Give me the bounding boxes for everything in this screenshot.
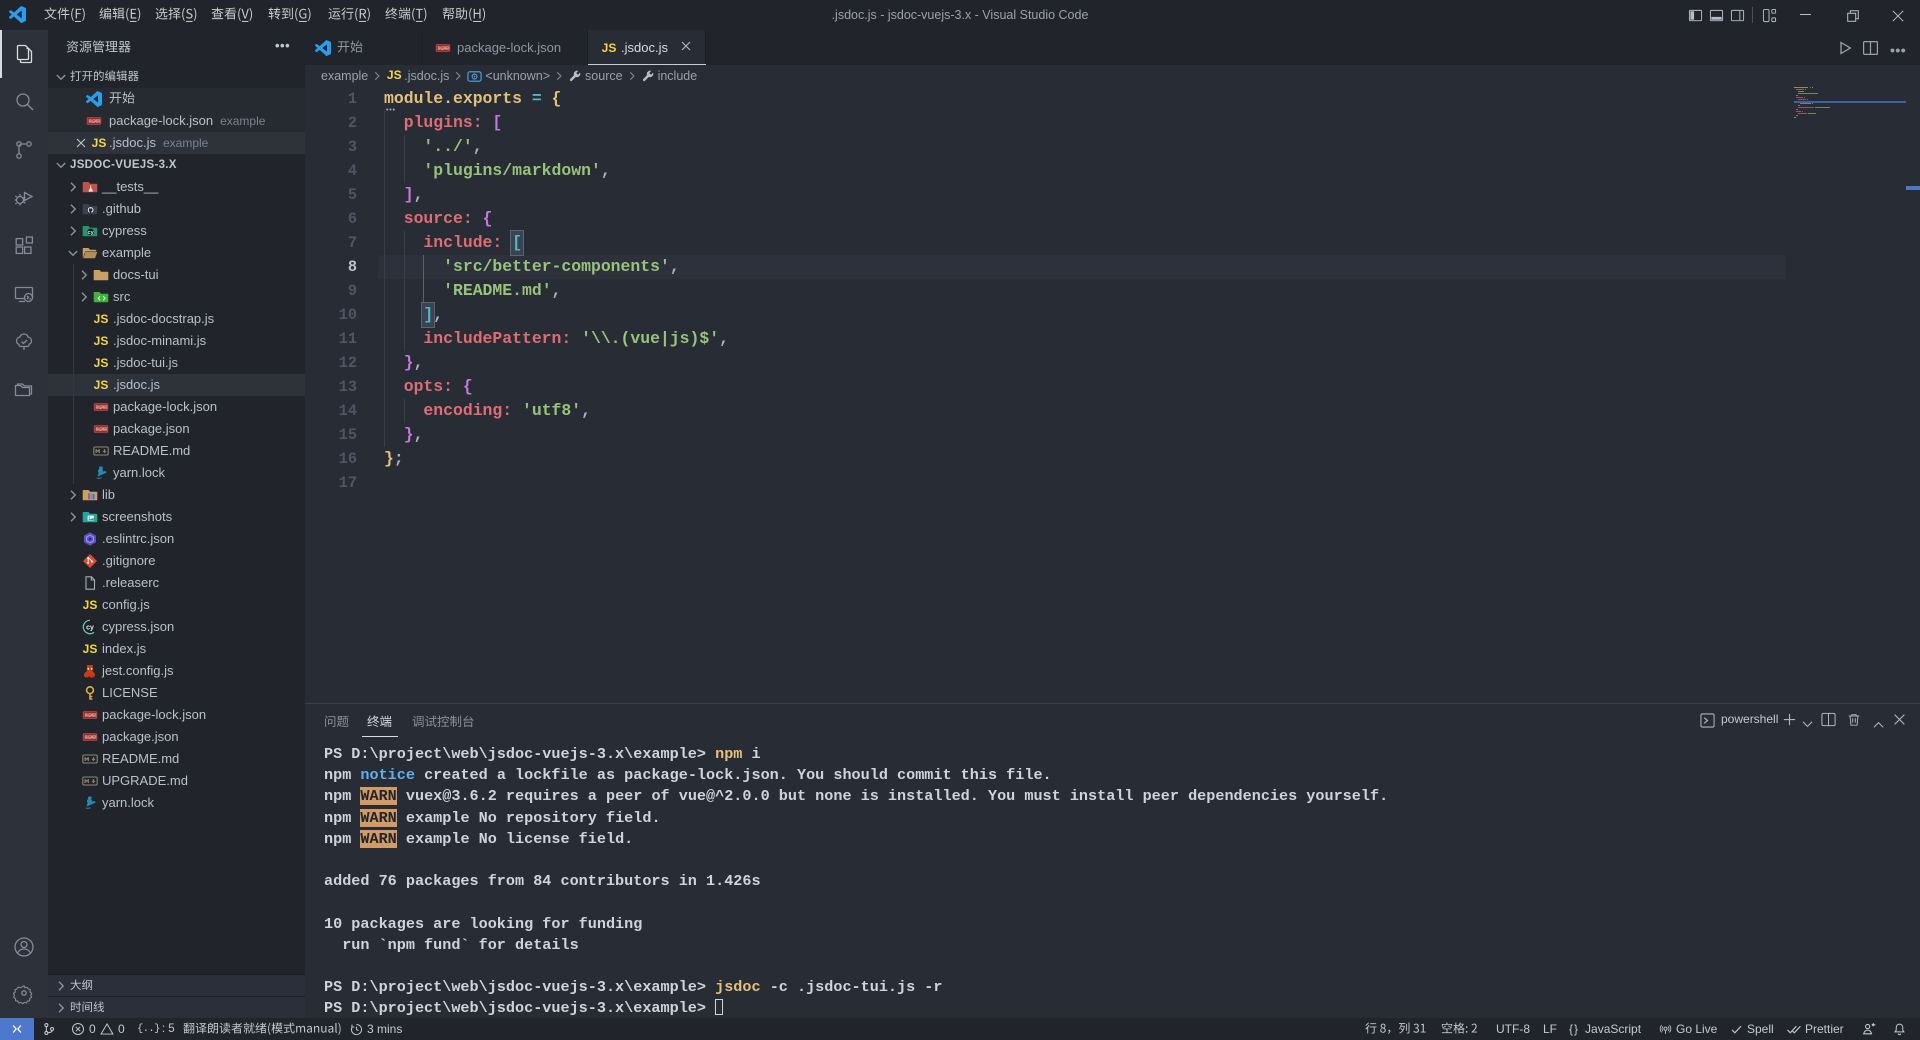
svg-text:cy: cy [88, 230, 95, 236]
svg-text:cy: cy [86, 625, 94, 632]
